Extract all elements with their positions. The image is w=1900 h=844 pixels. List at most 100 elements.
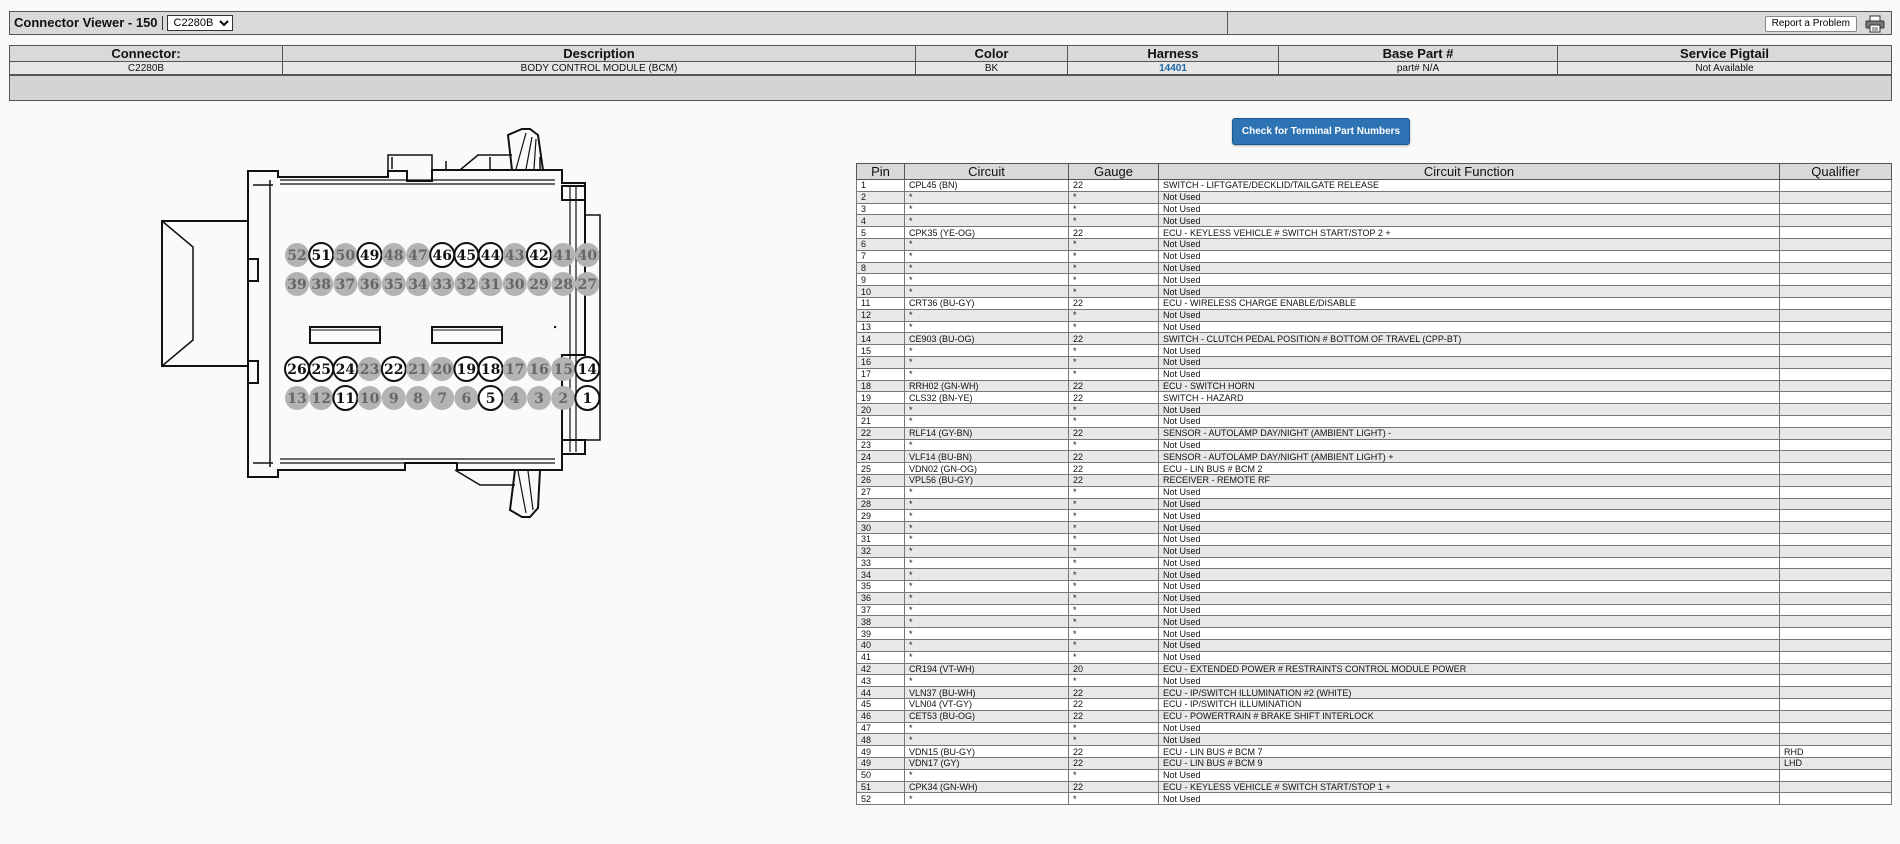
circuit-function-cell: ECU - IP/SWITCH ILLUMINATION #2 (WHITE)	[1158, 686, 1780, 700]
connector-pin[interactable]: 20	[430, 357, 455, 381]
pin-number: 21	[408, 362, 427, 378]
connector-pin[interactable]: 18	[477, 356, 504, 382]
circuit-cell: *	[904, 568, 1069, 582]
connector-pin[interactable]: 48	[381, 243, 406, 267]
qualifier-cell	[1779, 568, 1892, 582]
pin-cell: 12	[856, 308, 905, 322]
connector-pin[interactable]: 3	[527, 386, 551, 410]
circuit-cell: *	[904, 214, 1069, 228]
gauge-cell: *	[1068, 190, 1159, 204]
pin-number: 46	[432, 248, 451, 264]
connector-pin[interactable]: 28	[551, 272, 576, 296]
check-terminal-part-numbers-button[interactable]: Check for Terminal Part Numbers	[1232, 118, 1410, 145]
connector-pin[interactable]: 5	[477, 385, 504, 411]
connector-pin[interactable]: 51	[308, 242, 335, 268]
connector-pin[interactable]: 17	[502, 357, 527, 381]
harness-link[interactable]: 14401	[1159, 63, 1187, 74]
connector-pin[interactable]: 39	[285, 272, 309, 296]
connector-pin[interactable]: 47	[406, 243, 430, 267]
pin-number: 32	[457, 277, 476, 293]
connector-pin[interactable]: 25	[308, 356, 335, 382]
info-header-base-part: Base Part #	[1278, 45, 1558, 62]
connector-pin[interactable]: 26	[284, 356, 310, 382]
gauge-cell: 22	[1068, 426, 1159, 440]
gauge-cell: *	[1068, 273, 1159, 287]
connector-pin[interactable]: 41	[551, 243, 576, 267]
printer-icon[interactable]	[1865, 15, 1885, 33]
connector-pin[interactable]: 38	[309, 272, 334, 296]
connector-pin[interactable]: 42	[526, 242, 552, 268]
connector-pin[interactable]: 24	[332, 356, 359, 382]
pin-cell: 43	[856, 674, 905, 688]
connector-pin[interactable]: 6	[454, 386, 479, 410]
connector-pin[interactable]: 29	[527, 272, 551, 296]
connector-pin[interactable]: 50	[333, 243, 358, 267]
pin-cell: 36	[856, 591, 905, 605]
connector-pin[interactable]: 4	[502, 386, 527, 410]
connector-pin[interactable]: 36	[357, 272, 382, 296]
connector-pin[interactable]: 12	[309, 386, 334, 410]
pin-number: 47	[408, 248, 427, 264]
pin-table-row: 9 * * Not Used	[856, 273, 1892, 287]
pin-cell: 48	[856, 733, 905, 747]
report-problem-button[interactable]: Report a Problem	[1764, 16, 1857, 32]
qualifier-cell	[1779, 391, 1892, 405]
connector-pin[interactable]: 35	[381, 272, 406, 296]
connector-pin[interactable]: 31	[478, 272, 503, 296]
pin-table-row: 8 * * Not Used	[856, 261, 1892, 275]
viewer-title: Connector Viewer - 150	[10, 16, 163, 30]
gauge-cell: *	[1068, 237, 1159, 251]
connector-pin[interactable]: 45	[453, 242, 480, 268]
circuit-cell: VDN15 (BU-GY)	[904, 745, 1069, 759]
circuit-cell: *	[904, 721, 1069, 735]
connector-pin[interactable]: 27	[575, 272, 600, 296]
connector-pin[interactable]: 32	[454, 272, 479, 296]
connector-select[interactable]: C2280B	[166, 15, 233, 31]
gauge-cell: *	[1068, 580, 1159, 593]
connector-pin[interactable]: 46	[429, 242, 456, 268]
connector-pin[interactable]: 8	[406, 386, 430, 410]
circuit-cell: *	[904, 603, 1069, 617]
connector-pin[interactable]: 52	[285, 243, 309, 267]
circuit-cell: *	[904, 497, 1069, 511]
info-header-connector: Connector:	[9, 45, 283, 62]
connector-diagram: 52 51 50 49 48 47 46 45 44 43 42 41 4039 38 37 36 35 34 33…	[161, 128, 601, 518]
connector-pin[interactable]: 14	[574, 356, 601, 382]
connector-pin[interactable]: 22	[380, 356, 407, 382]
circuit-function-cell: Not Used	[1158, 403, 1780, 416]
connector-pin[interactable]: 23	[357, 357, 382, 381]
connector-pin[interactable]: 19	[453, 356, 480, 382]
connector-pin[interactable]: 34	[406, 272, 430, 296]
connector-pin[interactable]: 30	[502, 272, 527, 296]
circuit-cell: *	[904, 403, 1069, 416]
connector-pin[interactable]: 9	[381, 386, 406, 410]
connector-pin[interactable]: 10	[357, 386, 382, 410]
connector-pin[interactable]: 44	[477, 242, 504, 268]
connector-pin[interactable]: 2	[551, 386, 576, 410]
connector-pin[interactable]: 21	[406, 357, 430, 381]
circuit-cell: *	[904, 367, 1069, 381]
connector-pin[interactable]: 33	[430, 272, 455, 296]
connector-pin[interactable]: 43	[502, 243, 527, 267]
circuit-function-cell: Not Used	[1158, 591, 1780, 605]
connector-pin[interactable]: 7	[430, 386, 455, 410]
qualifier-cell	[1779, 261, 1892, 275]
connector-pin[interactable]: 15	[551, 357, 576, 381]
pin-number: 35	[384, 277, 403, 293]
info-header-row: Connector: Description Color Harness Bas…	[9, 45, 1892, 62]
connector-pin[interactable]: 1	[574, 385, 601, 411]
qualifier-cell	[1779, 780, 1892, 794]
pin-number: 37	[336, 277, 355, 293]
pin-table-row: 42 CR194 (VT-WH) 20 ECU - EXTENDED POWER # …	[856, 662, 1892, 676]
pin-table-row: 35 * * Not Used	[856, 580, 1892, 593]
pin-number: 8	[413, 391, 423, 407]
connector-pin[interactable]: 13	[285, 386, 309, 410]
connector-pin[interactable]: 16	[527, 357, 551, 381]
info-header-description: Description	[282, 45, 916, 62]
connector-pin[interactable]: 11	[332, 385, 359, 411]
pin-number: 4	[510, 391, 520, 407]
connector-pin[interactable]: 37	[333, 272, 358, 296]
connector-pin[interactable]: 49	[356, 242, 383, 268]
pin-table-row: 40 * * Not Used	[856, 639, 1892, 652]
connector-pin[interactable]: 40	[575, 243, 600, 267]
